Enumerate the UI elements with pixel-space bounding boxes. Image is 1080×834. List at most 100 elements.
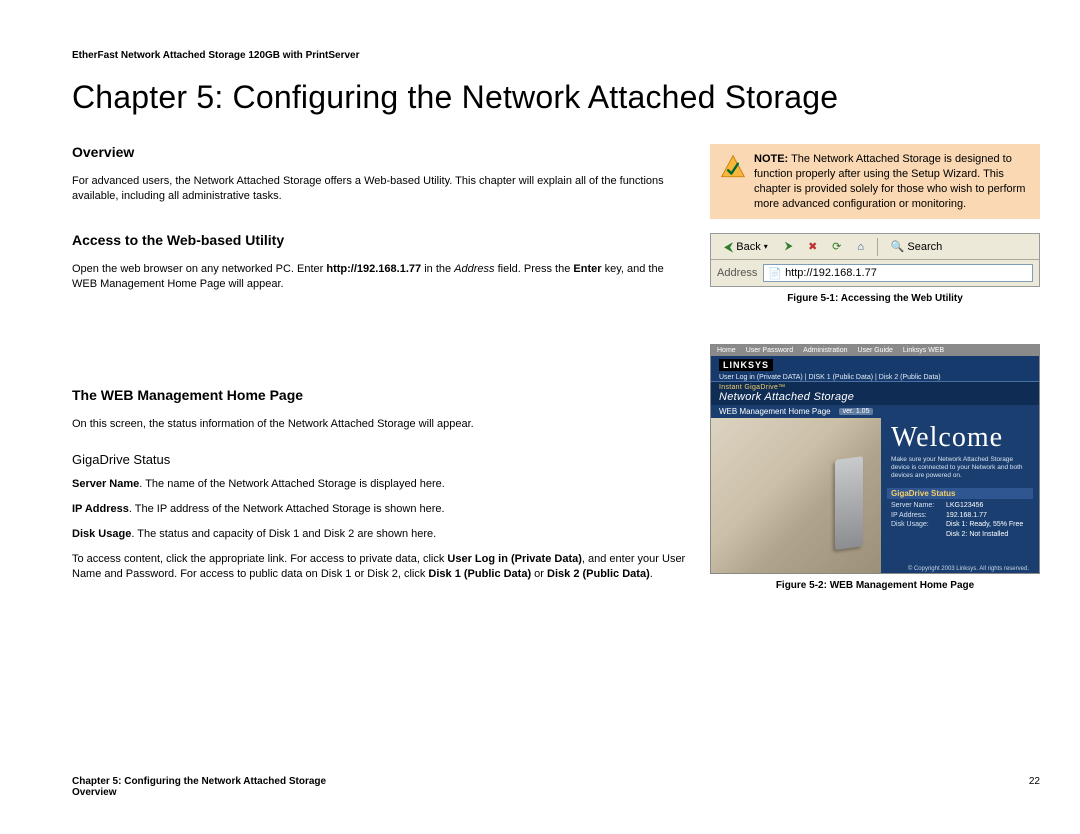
- page-icon: 📄: [768, 267, 782, 280]
- status-key: Server Name:: [891, 501, 946, 511]
- subbar-text: WEB Management Home Page: [719, 407, 831, 416]
- linksys-logo: LINKSYS: [719, 359, 773, 371]
- label: Server Name: [72, 478, 139, 490]
- search-label: Search: [907, 241, 942, 253]
- webmgmt-mock: Home User Password Administration User G…: [710, 344, 1040, 574]
- topnav-link[interactable]: Administration: [803, 347, 847, 354]
- text: Enter: [573, 263, 601, 275]
- status-val: Disk 1: Ready, 55% Free: [946, 520, 1029, 530]
- note-text: NOTE: The Network Attached Storage is de…: [754, 152, 1030, 211]
- diskusage-line: Disk Usage. The status and capacity of D…: [72, 527, 688, 542]
- overview-body: For advanced users, the Network Attached…: [72, 174, 688, 204]
- status-row: Server Name:LKG123456: [891, 501, 1029, 511]
- browser-mock: ⮜ Back ▾ ⮞ ✖ ⟳ ⌂ 🔍 Search Address: [710, 233, 1040, 287]
- label: Disk 1 (Public Data): [428, 568, 531, 580]
- text: Open the web browser on any networked PC…: [72, 263, 326, 275]
- forward-button[interactable]: ⮞: [779, 237, 799, 257]
- search-icon: 🔍: [891, 240, 905, 253]
- title-text: Network Attached Storage: [719, 391, 854, 403]
- heading-access: Access to the Web-based Utility: [72, 232, 688, 248]
- figure-1-caption: Figure 5-1: Accessing the Web Utility: [710, 293, 1040, 304]
- heading-homepage: The WEB Management Home Page: [72, 387, 688, 403]
- text: The Network Attached Storage is designed…: [754, 153, 1025, 210]
- text: Address: [454, 263, 494, 275]
- text: . The name of the Network Attached Stora…: [139, 478, 445, 490]
- text: field. Press the: [495, 263, 574, 275]
- browser-toolbar: ⮜ Back ▾ ⮞ ✖ ⟳ ⌂ 🔍 Search: [711, 234, 1039, 260]
- heading-overview: Overview: [72, 144, 688, 160]
- topnav-link[interactable]: Home: [717, 347, 736, 354]
- homepage-body: On this screen, the status information o…: [72, 417, 688, 432]
- status-val: Disk 2: Not Installed: [946, 530, 1029, 540]
- status-key: [891, 530, 946, 540]
- version-badge: ver. 1.05: [839, 408, 874, 415]
- webmgmt-body: Welcome Make sure your Network Attached …: [711, 418, 1039, 574]
- webmgmt-subbar: WEB Management Home Page ver. 1.05: [711, 405, 1039, 418]
- accesscontent-line: To access content, click the appropriate…: [72, 552, 688, 582]
- note-callout: NOTE: The Network Attached Storage is de…: [710, 144, 1040, 219]
- status-heading: GigaDrive Status: [887, 488, 1033, 499]
- separator: [877, 238, 878, 256]
- refresh-icon: ⟳: [832, 240, 841, 253]
- status-row: Disk 2: Not Installed: [891, 530, 1029, 540]
- back-button[interactable]: ⮜ Back ▾: [717, 236, 775, 258]
- topnav-link[interactable]: User Guide: [858, 347, 893, 354]
- topnav-link[interactable]: Linksys WEB: [903, 347, 944, 354]
- text: in the: [421, 263, 454, 275]
- status-row: IP Address:192.168.1.77: [891, 511, 1029, 521]
- webmgmt-photo: [711, 418, 881, 574]
- status-key: Disk Usage:: [891, 520, 946, 530]
- main-column: Overview For advanced users, the Network…: [72, 144, 688, 591]
- side-column: NOTE: The Network Attached Storage is de…: [710, 144, 1040, 591]
- home-icon: ⌂: [857, 241, 864, 253]
- text: .: [650, 568, 653, 580]
- topnav-link[interactable]: User Password: [746, 347, 793, 354]
- footer-line1: Chapter 5: Configuring the Network Attac…: [72, 776, 1040, 787]
- footer-line2: Overview: [72, 787, 1040, 798]
- address-label: Address: [717, 267, 757, 279]
- status-row: Disk Usage:Disk 1: Ready, 55% Free: [891, 520, 1029, 530]
- stop-icon: ✖: [808, 240, 817, 253]
- search-button[interactable]: 🔍 Search: [884, 237, 950, 256]
- back-label: Back: [736, 241, 760, 253]
- text: or: [531, 568, 547, 580]
- subheading-gigadrive: GigaDrive Status: [72, 452, 688, 467]
- stop-button[interactable]: ✖: [803, 237, 823, 257]
- ipaddress-line: IP Address. The IP address of the Networ…: [72, 502, 688, 517]
- webmgmt-banner: LINKSYS User Log in (Private DATA) | DIS…: [711, 356, 1039, 382]
- figure-2-caption: Figure 5-2: WEB Management Home Page: [710, 580, 1040, 591]
- address-value: http://192.168.1.77: [785, 267, 877, 279]
- text: To access content, click the appropriate…: [72, 553, 447, 565]
- status-key: IP Address:: [891, 511, 946, 521]
- page-footer: Chapter 5: Configuring the Network Attac…: [72, 776, 1040, 798]
- webmgmt-title: Instant GigaDrive™ Network Attached Stor…: [711, 382, 1039, 405]
- label: User Log in (Private Data): [447, 553, 581, 565]
- label: Disk Usage: [72, 528, 131, 540]
- url-text: http://192.168.1.77: [326, 263, 421, 275]
- webmgmt-topnav: Home User Password Administration User G…: [711, 345, 1039, 356]
- text: . The IP address of the Network Attached…: [129, 503, 445, 515]
- status-val: 192.168.1.77: [946, 511, 1029, 521]
- welcome-subtext: Make sure your Network Attached Storage …: [891, 456, 1029, 479]
- chevron-down-icon: ▾: [764, 242, 768, 251]
- welcome-heading: Welcome: [891, 422, 1029, 454]
- home-button[interactable]: ⌂: [851, 237, 871, 257]
- note-label: NOTE:: [754, 153, 788, 165]
- page-number: 22: [1029, 776, 1040, 787]
- forward-arrow-icon: ⮞: [785, 240, 793, 253]
- back-arrow-icon: ⮜: [724, 239, 733, 255]
- status-val: LKG123456: [946, 501, 1029, 511]
- address-field[interactable]: 📄 http://192.168.1.77: [763, 264, 1033, 282]
- webmgmt-footer: © Copyright 2003 Linksys. All rights res…: [891, 566, 1029, 572]
- refresh-button[interactable]: ⟳: [827, 237, 847, 257]
- label: IP Address: [72, 503, 129, 515]
- address-bar: Address 📄 http://192.168.1.77: [711, 260, 1039, 286]
- document-header: EtherFast Network Attached Storage 120GB…: [72, 50, 1040, 61]
- text: . The status and capacity of Disk 1 and …: [131, 528, 436, 540]
- access-body: Open the web browser on any networked PC…: [72, 262, 688, 292]
- webmgmt-tabbar: User Log in (Private DATA) | DISK 1 (Pub…: [719, 374, 1031, 381]
- pretitle: Instant GigaDrive™: [719, 384, 1031, 391]
- label: Disk 2 (Public Data): [547, 568, 650, 580]
- checkmark-triangle-icon: [720, 154, 746, 180]
- chapter-title: Chapter 5: Configuring the Network Attac…: [72, 79, 1040, 116]
